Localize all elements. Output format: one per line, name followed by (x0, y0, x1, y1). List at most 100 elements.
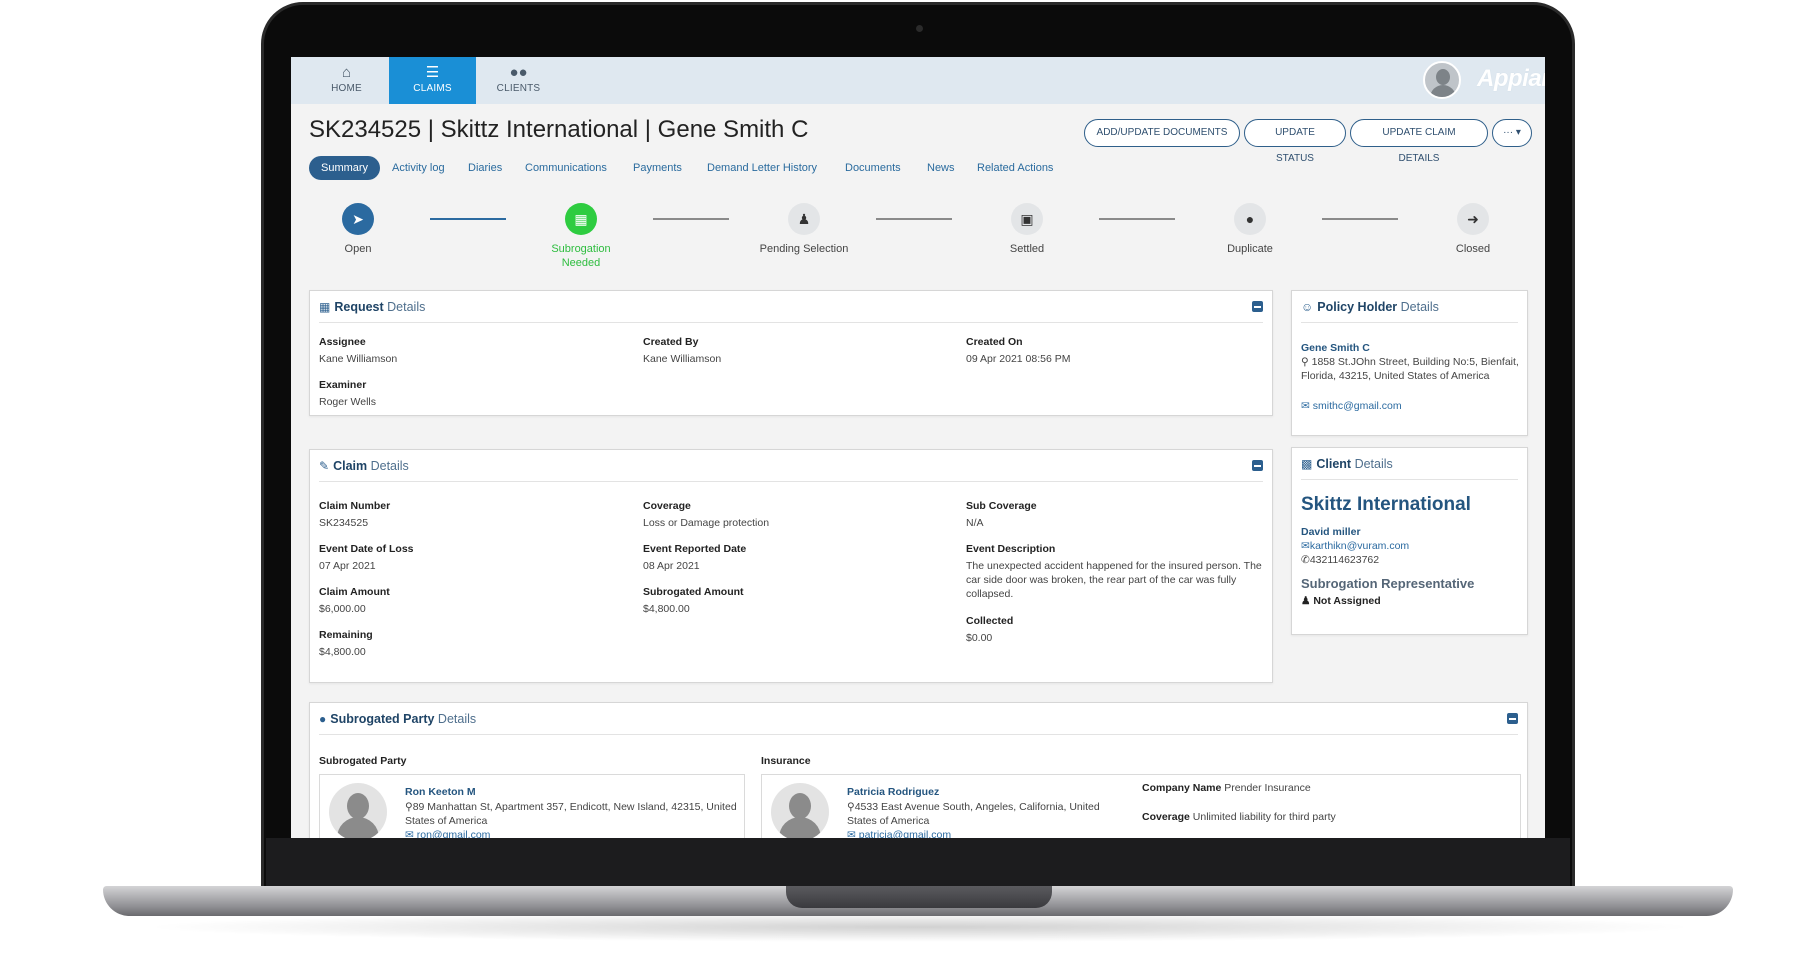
event-date-value: 07 Apr 2021 (319, 560, 376, 572)
client-contact-name[interactable]: David miller (1301, 525, 1361, 539)
tab-communications[interactable]: Communications (525, 156, 607, 180)
insurance-card: Patricia Rodriguez ⚲4533 East Avenue Sou… (761, 774, 1521, 838)
nav-clients[interactable]: ●● CLIENTS (475, 57, 562, 104)
avatar (329, 783, 387, 838)
user-tie-icon: ♟ (788, 203, 820, 235)
step-connector (1099, 218, 1175, 220)
user-avatar[interactable] (1423, 61, 1461, 99)
edit-icon: ✎ (319, 459, 330, 473)
policy-holder-email[interactable]: ✉ smithc@gmail.com (1301, 399, 1402, 413)
status-step-duplicate: ● Duplicate (1195, 203, 1305, 256)
sub-coverage-value: N/A (966, 517, 984, 529)
remaining-label: Remaining (319, 629, 373, 641)
users-icon: ●● (509, 64, 528, 81)
envelope-icon: ✉ (1301, 400, 1310, 412)
tab-related-actions[interactable]: Related Actions (977, 156, 1053, 180)
step-label: Open (344, 243, 372, 255)
company-name-field: Company Name Prender Insurance (1142, 782, 1311, 794)
collapse-button[interactable] (1252, 301, 1263, 312)
tab-demand-letter-history[interactable]: Demand Letter History (707, 156, 817, 180)
users-icon: ● (319, 712, 327, 726)
laptop-chin (266, 838, 1570, 888)
laptop-notch (786, 886, 1052, 908)
status-step-settled: ▣ Settled (972, 203, 1082, 256)
tab-summary[interactable]: Summary (309, 156, 381, 180)
document-icon: ▦ (565, 203, 597, 235)
party-email[interactable]: ✉ ron@gmail.com (405, 828, 490, 838)
policy-holder-panel: ☺ Policy Holder Details Gene Smith C ⚲ 18… (1291, 290, 1528, 436)
list-icon: ☰ (425, 64, 440, 81)
step-connector (1322, 218, 1398, 220)
nav-claims[interactable]: ☰ CLAIMS (389, 57, 476, 104)
client-company-name[interactable]: Skittz International (1301, 494, 1471, 516)
client-email[interactable]: ✉karthikn@vuram.com (1301, 539, 1409, 553)
map-marker-icon: ⚲ (1301, 356, 1309, 368)
phone-icon: ✆ (1301, 554, 1310, 566)
party-address: ⚲89 Manhattan St, Apartment 357, Endicot… (405, 801, 737, 827)
tab-diaries[interactable]: Diaries (468, 156, 502, 180)
coverage-label: Coverage (643, 500, 691, 512)
subrogated-party-label: Subrogated Party (319, 755, 407, 767)
more-actions-button[interactable]: ··· ▾ (1492, 119, 1532, 147)
id-card-icon: ▩ (1301, 457, 1313, 471)
status-step-pending-selection: ♟ Pending Selection (749, 203, 859, 256)
avatar (771, 783, 829, 838)
insurance-label: Insurance (761, 755, 811, 767)
user-circle-icon: ☺ (1301, 300, 1314, 314)
subrogated-amount-value: $4,800.00 (643, 603, 690, 615)
nav-home-label: HOME (331, 83, 362, 94)
step-label: Pending Selection (759, 243, 849, 255)
assignee-value: Kane Williamson (319, 353, 398, 365)
step-connector (653, 218, 729, 220)
event-description-value: The unexpected accident happened for the… (966, 560, 1262, 600)
step-label: Settled (1009, 243, 1045, 255)
client-phone: ✆432114623762 (1301, 554, 1380, 566)
remaining-value: $4,800.00 (319, 646, 366, 658)
tab-documents[interactable]: Documents (845, 156, 901, 180)
status-step-subrogation-needed: ▦ Subrogation Needed (526, 203, 636, 270)
update-claim-details-button[interactable]: UPDATE CLAIM DETAILS (1350, 119, 1488, 164)
home-icon: ⌂ (341, 64, 352, 81)
party-name[interactable]: Ron Keeton M (405, 785, 476, 799)
tab-payments[interactable]: Payments (633, 156, 682, 180)
created-by-label: Created By (643, 336, 699, 348)
nav-clients-label: CLIENTS (496, 83, 541, 94)
insurance-contact-name[interactable]: Patricia Rodriguez (847, 785, 939, 799)
collapse-button[interactable] (1252, 460, 1263, 471)
tab-news[interactable]: News (927, 156, 955, 180)
nav-home[interactable]: ⌂ HOME (303, 57, 390, 104)
claim-details-title: ✎ Claim Details (319, 459, 409, 473)
claim-amount-value: $6,000.00 (319, 603, 366, 615)
paper-plane-icon: ➤ (342, 203, 374, 235)
status-step-open: ➤ Open (303, 203, 413, 256)
appian-logo: Appian (1477, 65, 1545, 92)
add-update-documents-button[interactable]: ADD/UPDATE DOCUMENTS (1084, 119, 1240, 147)
step-connector (430, 218, 506, 220)
collapse-button[interactable] (1507, 713, 1518, 724)
step-connector (876, 218, 952, 220)
envelope-icon: ✉ (847, 829, 856, 838)
collected-label: Collected (966, 615, 1014, 627)
claim-number-value: SK234525 (319, 517, 369, 529)
step-label: Closed (1455, 243, 1491, 255)
insurance-coverage-field: Coverage Unlimited liability for third p… (1142, 811, 1336, 823)
app-screen: ⌂ HOME ☰ CLAIMS ●● CLIENTS Appian SK2345… (291, 57, 1545, 838)
claim-details-panel: ✎ Claim Details Claim Number SK234525 Eve… (309, 449, 1273, 683)
policy-holder-name[interactable]: Gene Smith C (1301, 341, 1370, 355)
update-status-button[interactable]: UPDATE STATUS (1244, 119, 1346, 164)
assignee-label: Assignee (319, 336, 366, 348)
insurance-contact-address: ⚲4533 East Avenue South, Angeles, Califo… (847, 801, 1100, 827)
tab-activity-log[interactable]: Activity log (392, 156, 445, 180)
claim-amount-label: Claim Amount (319, 586, 390, 598)
subrogation-representative-value: ♟ Not Assigned (1301, 595, 1381, 607)
claim-number-label: Claim Number (319, 500, 391, 512)
event-date-label: Event Date of Loss (319, 543, 414, 555)
examiner-value: Roger Wells (319, 396, 376, 408)
top-navigation: ⌂ HOME ☰ CLAIMS ●● CLIENTS Appian (291, 57, 1545, 104)
more-actions-label: ··· (1503, 127, 1514, 138)
insurance-contact-email[interactable]: ✉ patricia@gmail.com (847, 828, 951, 838)
event-description-label: Event Description (966, 543, 1056, 555)
sub-coverage-label: Sub Coverage (966, 500, 1037, 512)
page-title: SK234525 | Skittz International | Gene S… (309, 116, 809, 143)
step-label: Subrogation Needed (551, 243, 611, 269)
